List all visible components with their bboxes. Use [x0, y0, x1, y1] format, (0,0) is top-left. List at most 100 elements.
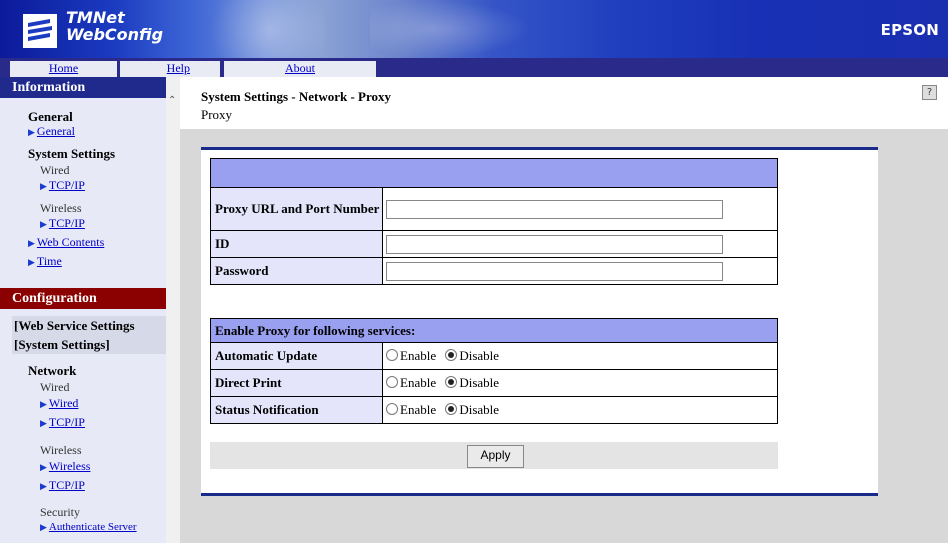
sidebar-net-wireless-label: Wireless [40, 443, 82, 457]
arrow-right-icon: ▶ [40, 462, 47, 472]
nav-help-cell: Help [120, 61, 220, 77]
proxy-url-input[interactable] [386, 199, 723, 219]
table-header-row: Enable Proxy for following services: [210, 318, 778, 343]
enable-radio-option[interactable]: Enable [386, 348, 436, 363]
sidebar-item-label[interactable]: TCP/IP [49, 415, 85, 429]
enable-radio-option[interactable]: Enable [386, 375, 436, 390]
sidebar-system-settings-heading: System Settings [28, 146, 116, 161]
arrow-right-icon: ▶ [40, 522, 47, 532]
map-graphic [370, 0, 530, 58]
radio-icon[interactable] [386, 403, 398, 415]
chevron-up-icon[interactable]: ⌃ [168, 95, 176, 106]
service-label: Direct Print [210, 369, 383, 397]
sidebar-security-label: Security [40, 505, 80, 519]
service-options: Enable Disable [382, 396, 778, 424]
sidebar-item-label[interactable]: Wired [49, 396, 79, 410]
sidebar-item-label[interactable]: Web Contents [37, 235, 104, 249]
radio-icon[interactable] [386, 349, 398, 361]
sidebar-item-net-wired-tcpip[interactable]: ▶ TCP/IP [40, 415, 85, 430]
enable-radio-option[interactable]: Enable [386, 402, 436, 417]
sidebar-item-time[interactable]: ▶ Time [28, 254, 62, 269]
proxy-services-table: Enable Proxy for following services: Aut… [210, 318, 778, 424]
table-header-blank [210, 158, 778, 188]
disable-label: Disable [459, 348, 500, 363]
radio-selected-icon[interactable] [445, 349, 458, 361]
radio-selected-icon[interactable] [445, 376, 458, 388]
sidebar-wired-label: Wired [40, 163, 70, 177]
sidebar-item-wireless-tcpip[interactable]: ▶ TCP/IP [40, 216, 85, 231]
nav-home-cell: Home [10, 61, 117, 77]
sidebar-network-heading: Network [28, 363, 77, 378]
sidebar-item-web-service-settings[interactable]: [Web Service Settings [12, 316, 166, 335]
proxy-settings-table: Proxy URL and Port Number ID Password [210, 158, 778, 285]
sidebar-item-wired-tcpip[interactable]: ▶ TCP/IP [40, 178, 85, 193]
arrow-right-icon: ▶ [40, 219, 47, 229]
table-row: Status Notification Enable Disable [210, 396, 778, 424]
help-icon[interactable]: ? [922, 85, 937, 100]
enable-label: Enable [400, 375, 437, 390]
id-label: ID [210, 230, 383, 258]
main-content: System Settings - Network - Proxy Proxy … [180, 77, 948, 543]
top-nav: Home Help About [0, 58, 948, 77]
sidebar-item-label[interactable]: Time [37, 254, 62, 268]
nav-about-cell: About [224, 61, 376, 77]
sidebar-item-net-wireless-tcpip[interactable]: ▶ TCP/IP [40, 478, 85, 493]
sidebar-scrollbar[interactable]: ⌃ [166, 77, 180, 543]
sidebar-item-web-contents[interactable]: ▶ Web Contents [28, 235, 104, 250]
service-options: Enable Disable [382, 369, 778, 397]
sidebar-item-label[interactable]: TCP/IP [49, 216, 85, 230]
sidebar-item-system-settings[interactable]: [System Settings] [12, 335, 166, 354]
enable-label: Enable [400, 348, 437, 363]
password-input[interactable] [386, 261, 723, 281]
disable-radio-option[interactable]: Disable [445, 402, 499, 417]
proxy-url-label: Proxy URL and Port Number [210, 187, 383, 231]
id-input[interactable] [386, 234, 723, 254]
sidebar-item-authenticate-server[interactable]: ▶ Authenticate Server [40, 521, 137, 533]
table-row: ID [210, 230, 778, 258]
sidebar-item-label[interactable]: Wireless [49, 459, 91, 473]
app-logo-text: TMNet WebConfig [66, 9, 163, 43]
sidebar-configuration-header: Configuration [0, 288, 166, 309]
table-header-row [210, 158, 778, 188]
disable-radio-option[interactable]: Disable [445, 375, 499, 390]
arrow-right-icon: ▶ [28, 238, 35, 248]
disable-label: Disable [459, 375, 500, 390]
password-cell [382, 257, 778, 285]
radio-selected-icon[interactable] [445, 403, 458, 415]
sidebar-item-label[interactable]: TCP/IP [49, 478, 85, 492]
nav-home-link[interactable]: Home [49, 61, 78, 75]
sidebar-item-label[interactable]: General [37, 124, 75, 138]
sidebar-item-general[interactable]: ▶ General [28, 124, 75, 139]
disable-label: Disable [459, 402, 500, 417]
proxy-panel: Proxy URL and Port Number ID Password En… [201, 147, 878, 496]
logo-line-2: WebConfig [66, 25, 164, 44]
tmnet-logo-icon [23, 14, 57, 48]
service-options: Enable Disable [382, 342, 778, 370]
sidebar-general-heading: General [28, 109, 73, 124]
radio-icon[interactable] [386, 376, 398, 388]
table-row: Password [210, 257, 778, 285]
disable-radio-option[interactable]: Disable [445, 348, 499, 363]
table-row: Automatic Update Enable Disable [210, 342, 778, 370]
arrow-right-icon: ▶ [40, 399, 47, 409]
logo-line-1: TMNet [66, 8, 125, 27]
title-bar: System Settings - Network - Proxy Proxy … [180, 77, 948, 129]
sidebar-item-label[interactable]: Authenticate Server [49, 521, 137, 533]
table-row: Direct Print Enable Disable [210, 369, 778, 397]
page-subtitle: Proxy [201, 107, 233, 122]
sidebar: Information General ▶ General System Sett… [0, 77, 166, 543]
sidebar-item-label[interactable]: TCP/IP [49, 178, 85, 192]
enable-label: Enable [400, 402, 437, 417]
apply-button[interactable]: Apply [467, 445, 524, 468]
password-label: Password [210, 257, 383, 285]
sidebar-item-net-wired[interactable]: ▶ Wired [40, 396, 78, 411]
arrow-right-icon: ▶ [28, 127, 35, 137]
sidebar-information-header: Information [0, 77, 166, 98]
nav-about-link[interactable]: About [285, 61, 315, 75]
brand-logo: EPSON [880, 21, 939, 39]
nav-help-link[interactable]: Help [167, 61, 190, 75]
sidebar-item-net-wireless[interactable]: ▶ Wireless [40, 459, 90, 474]
arrow-right-icon: ▶ [28, 257, 35, 267]
apply-bar: Apply [210, 442, 778, 469]
sidebar-wireless-label: Wireless [40, 201, 82, 215]
